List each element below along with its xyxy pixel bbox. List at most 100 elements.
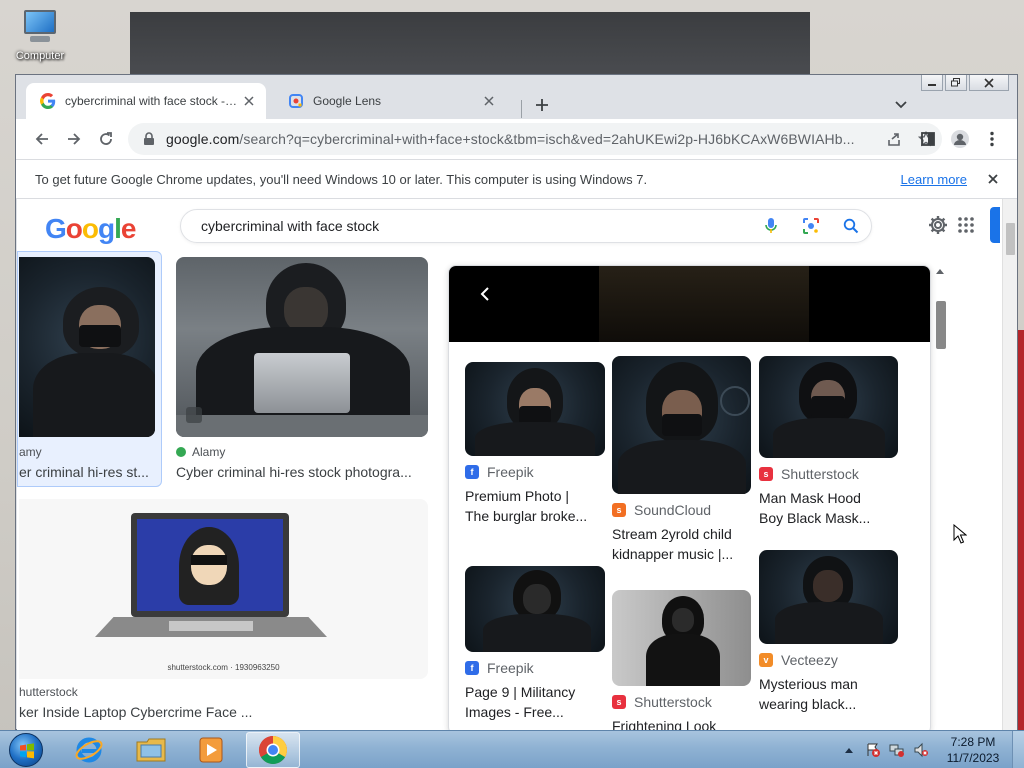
- result-source: hutterstock: [19, 685, 428, 699]
- related-title[interactable]: Page 9 | Militancy Images - Free...: [465, 682, 605, 722]
- related-source: f Freepik: [465, 464, 605, 480]
- url-host: google.com: [166, 131, 240, 147]
- related-title[interactable]: Man Mask Hood Boy Black Mask...: [759, 488, 899, 528]
- folder-icon: [136, 738, 166, 762]
- tab-strip: cybercriminal with face stock - Google S…: [16, 83, 1017, 119]
- related-thumbnail[interactable]: [465, 566, 605, 652]
- related-result[interactable]: v Vecteezy Mysterious man wearing black...: [759, 550, 899, 714]
- infobar-close-button[interactable]: [983, 169, 1003, 189]
- apps-button[interactable]: [954, 213, 978, 237]
- related-thumbnail[interactable]: [612, 356, 751, 494]
- related-title[interactable]: Frightening Look: [612, 716, 752, 731]
- related-result[interactable]: f Freepik Premium Photo | The burglar brok…: [465, 362, 605, 526]
- taskbar-explorer[interactable]: [124, 732, 178, 768]
- related-thumbnail[interactable]: [465, 362, 605, 456]
- logo-letter: o: [65, 213, 83, 244]
- page-scroll-thumb[interactable]: [1006, 223, 1015, 255]
- sign-in-button[interactable]: [990, 207, 1000, 243]
- logo-letter: G: [45, 213, 67, 244]
- taskbar-chrome[interactable]: [246, 732, 300, 768]
- forward-button[interactable]: [60, 125, 88, 153]
- menu-button[interactable]: [978, 125, 1006, 153]
- learn-more-link[interactable]: Learn more: [901, 172, 967, 187]
- lens-search-button[interactable]: [791, 211, 831, 241]
- side-panel-button[interactable]: [914, 125, 942, 153]
- settings-button[interactable]: [926, 213, 950, 237]
- preview-scroll-thumb[interactable]: [936, 301, 946, 349]
- start-button[interactable]: [6, 731, 46, 768]
- preview-back-button[interactable]: [473, 282, 497, 306]
- result-thumbnail[interactable]: [176, 257, 428, 437]
- result-thumbnail[interactable]: [19, 257, 155, 437]
- desktop-icon-label: Computer: [15, 50, 65, 62]
- logo-letter: e: [120, 213, 137, 244]
- taskbar-media-player[interactable]: [184, 732, 238, 768]
- action-center-icon[interactable]: [864, 741, 882, 759]
- image-result[interactable]: Alamy Cyber criminal hi-res stock photog…: [176, 257, 428, 480]
- result-title[interactable]: Cyber criminal hi-res stock photogra...: [176, 464, 428, 480]
- related-title-line: Mysterious man: [759, 676, 858, 692]
- voice-search-button[interactable]: [751, 211, 791, 241]
- related-thumbnail[interactable]: [759, 550, 898, 644]
- show-desktop-button[interactable]: [1012, 731, 1024, 768]
- tab-google-search[interactable]: cybercriminal with face stock - Google S…: [26, 83, 266, 119]
- address-bar[interactable]: google.com/search?q=cybercriminal+with+f…: [128, 123, 942, 155]
- reload-button[interactable]: [92, 125, 120, 153]
- preview-scrollbar[interactable]: [934, 265, 948, 731]
- related-title-line: Man Mask Hood: [759, 490, 861, 506]
- related-result[interactable]: s Shutterstock Man Mask Hood Boy Black Mas…: [759, 356, 899, 528]
- related-source: f Freepik: [465, 660, 605, 676]
- related-result[interactable]: s SoundCloud Stream 2yrold child kidnapper…: [612, 356, 752, 564]
- related-source-name: Freepik: [487, 464, 534, 480]
- taskbar-internet-explorer[interactable]: [62, 732, 116, 768]
- share-button[interactable]: [878, 125, 910, 153]
- back-button[interactable]: [28, 125, 56, 153]
- new-tab-button[interactable]: [528, 91, 556, 119]
- related-title-line: The burglar broke...: [465, 508, 588, 524]
- related-title[interactable]: Premium Photo | The burglar broke...: [465, 486, 605, 526]
- chevron-left-icon: [480, 287, 489, 301]
- related-title-line: kidnapper music |...: [612, 546, 734, 562]
- show-hidden-icons-button[interactable]: [840, 741, 858, 759]
- image-result[interactable]: shutterstock.com · 1930963250 hutterstoc…: [19, 499, 428, 720]
- url-path: /search?q=cybercriminal+with+face+stock&…: [239, 131, 855, 147]
- related-result[interactable]: s Shutterstock Frightening Look: [612, 580, 752, 731]
- scroll-up-icon[interactable]: [936, 267, 944, 276]
- result-title[interactable]: er criminal hi-res st...: [19, 464, 155, 480]
- result-source-name: hutterstock: [19, 685, 78, 699]
- volume-icon[interactable]: [912, 741, 930, 759]
- related-thumbnail[interactable]: [612, 590, 751, 686]
- google-logo[interactable]: Google: [45, 213, 137, 245]
- tab-close-button[interactable]: [240, 92, 258, 110]
- related-title-line: wearing black...: [759, 696, 857, 712]
- related-thumbnail[interactable]: [759, 356, 898, 458]
- result-title[interactable]: ker Inside Laptop Cybercrime Face ...: [19, 704, 428, 720]
- tab-search-button[interactable]: [891, 95, 911, 115]
- share-icon: [888, 133, 900, 146]
- network-icon[interactable]: [888, 741, 906, 759]
- lock-icon: [141, 131, 157, 147]
- related-title[interactable]: Mysterious man wearing black...: [759, 674, 899, 714]
- taskbar-clock[interactable]: 7:28 PM 11/7/2023: [940, 734, 1006, 766]
- result-thumbnail[interactable]: shutterstock.com · 1930963250: [19, 499, 428, 679]
- image-result[interactable]: amy er criminal hi-res st...: [19, 257, 155, 480]
- related-result[interactable]: f Freepik Page 9 | Militancy Images - Free…: [465, 550, 605, 722]
- tab-close-button[interactable]: [480, 92, 498, 110]
- profile-button[interactable]: [946, 125, 974, 153]
- result-source: amy: [19, 445, 155, 459]
- tab-google-lens[interactable]: Google Lens: [274, 83, 506, 119]
- search-input[interactable]: cybercriminal with face stock: [201, 218, 751, 234]
- related-title[interactable]: Stream 2yrold child kidnapper music |...: [612, 524, 752, 564]
- related-title-line: Frightening Look: [612, 718, 717, 731]
- internet-explorer-icon: [75, 737, 103, 763]
- result-source-name: Alamy: [192, 445, 226, 459]
- desktop-icon-computer[interactable]: Computer: [8, 8, 72, 74]
- search-submit-button[interactable]: [831, 211, 871, 241]
- related-title-line: Premium Photo |: [465, 488, 570, 504]
- related-source: s Shutterstock: [612, 694, 752, 710]
- system-tray: [840, 731, 930, 768]
- search-box[interactable]: cybercriminal with face stock: [180, 209, 872, 243]
- logo-letter: o: [81, 213, 99, 244]
- page-scrollbar[interactable]: [1002, 199, 1017, 731]
- reload-icon: [100, 132, 112, 145]
